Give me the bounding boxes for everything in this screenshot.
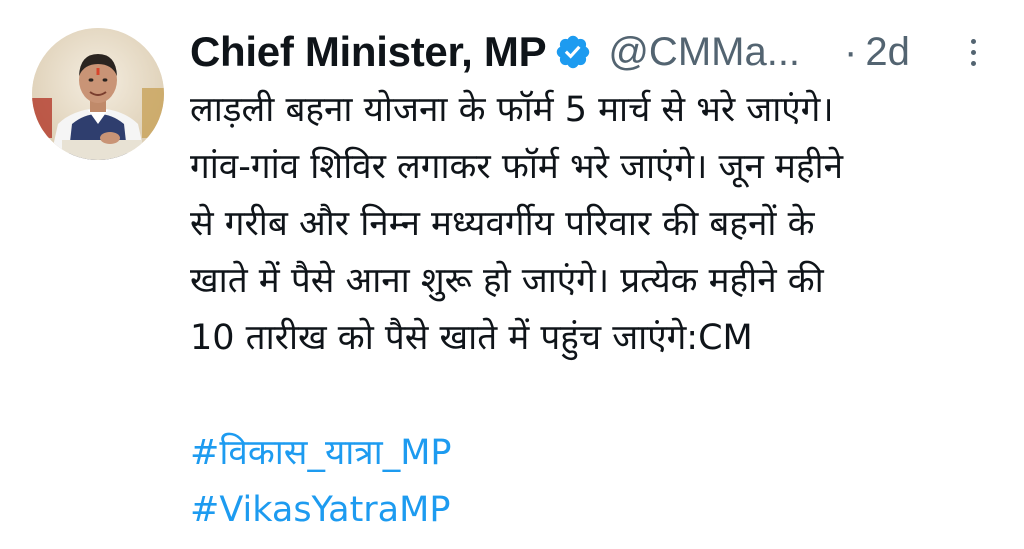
tweet-text: लाड़ली बहना योजना के फॉर्म 5 मार्च से भर… — [190, 82, 1010, 367]
more-options-icon[interactable] — [962, 36, 984, 70]
tweet-header: Chief Minister, MP @CMMa... · 2d — [190, 26, 1010, 78]
tweet-text-line: लाड़ली बहना योजना के फॉर्म 5 मार्च से भर… — [190, 90, 834, 130]
tweet-text-line: गांव-गांव शिविर लगाकर फॉर्म भरे जाएंगे। … — [190, 147, 844, 187]
tweet-text-line: खाते में पैसे आना शुरू हो जाएंगे। प्रत्य… — [190, 261, 824, 301]
tweet-text-line: से गरीब और निम्न मध्यवर्गीय परिवार की बह… — [190, 204, 815, 244]
author-handle[interactable]: @CMMa... — [608, 30, 800, 75]
separator-dot: · — [844, 29, 858, 74]
avatar-image — [32, 28, 164, 160]
avatar[interactable] — [32, 28, 164, 160]
hashtag-link-vikasyatramp[interactable]: #VikasYatraMP — [190, 482, 1010, 539]
author-display-name[interactable]: Chief Minister, MP — [190, 28, 547, 76]
verified-badge-icon — [554, 33, 592, 71]
tweet-text-line: 10 तारीख को पैसे खाते में पहुंच जाएंगे:C… — [190, 318, 753, 358]
tweet-card[interactable]: Chief Minister, MP @CMMa... · 2d लाड़ली … — [0, 0, 1024, 549]
tweet-timestamp[interactable]: 2d — [865, 30, 910, 75]
hashtag-list: #विकास_यात्रा_MP #VikasYatraMP — [190, 425, 1010, 539]
hashtag-link-vikas-yatra-hindi[interactable]: #विकास_यात्रा_MP — [190, 425, 1010, 482]
